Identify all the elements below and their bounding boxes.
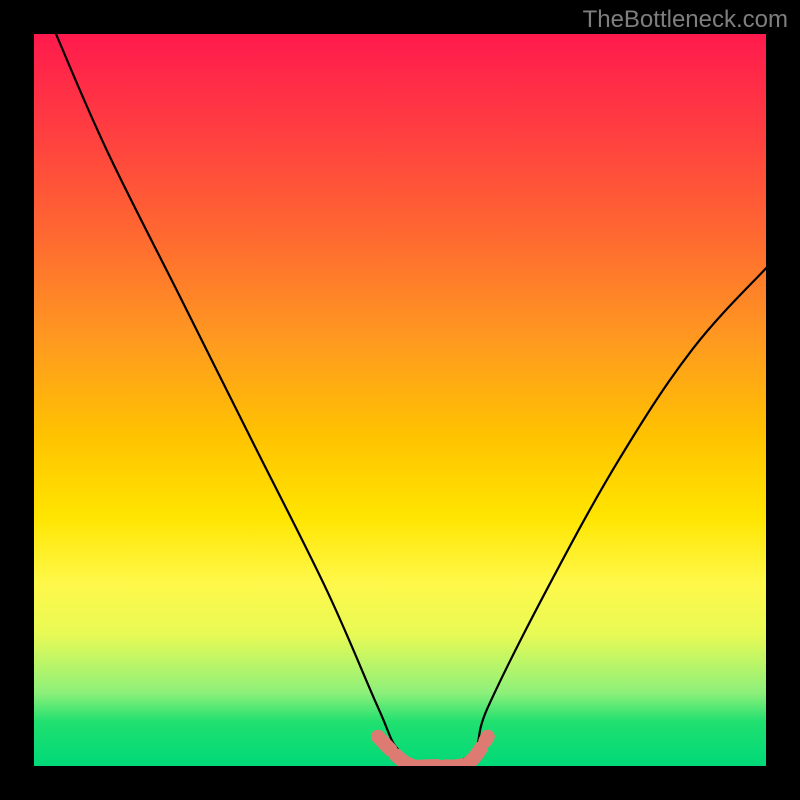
bottleneck-curve bbox=[56, 34, 766, 766]
attribution-text: TheBottleneck.com bbox=[583, 6, 788, 34]
curve-svg bbox=[34, 34, 766, 766]
plot-area bbox=[34, 34, 766, 766]
optimal-band-highlight bbox=[378, 737, 488, 766]
chart-frame: TheBottleneck.com bbox=[0, 0, 800, 800]
